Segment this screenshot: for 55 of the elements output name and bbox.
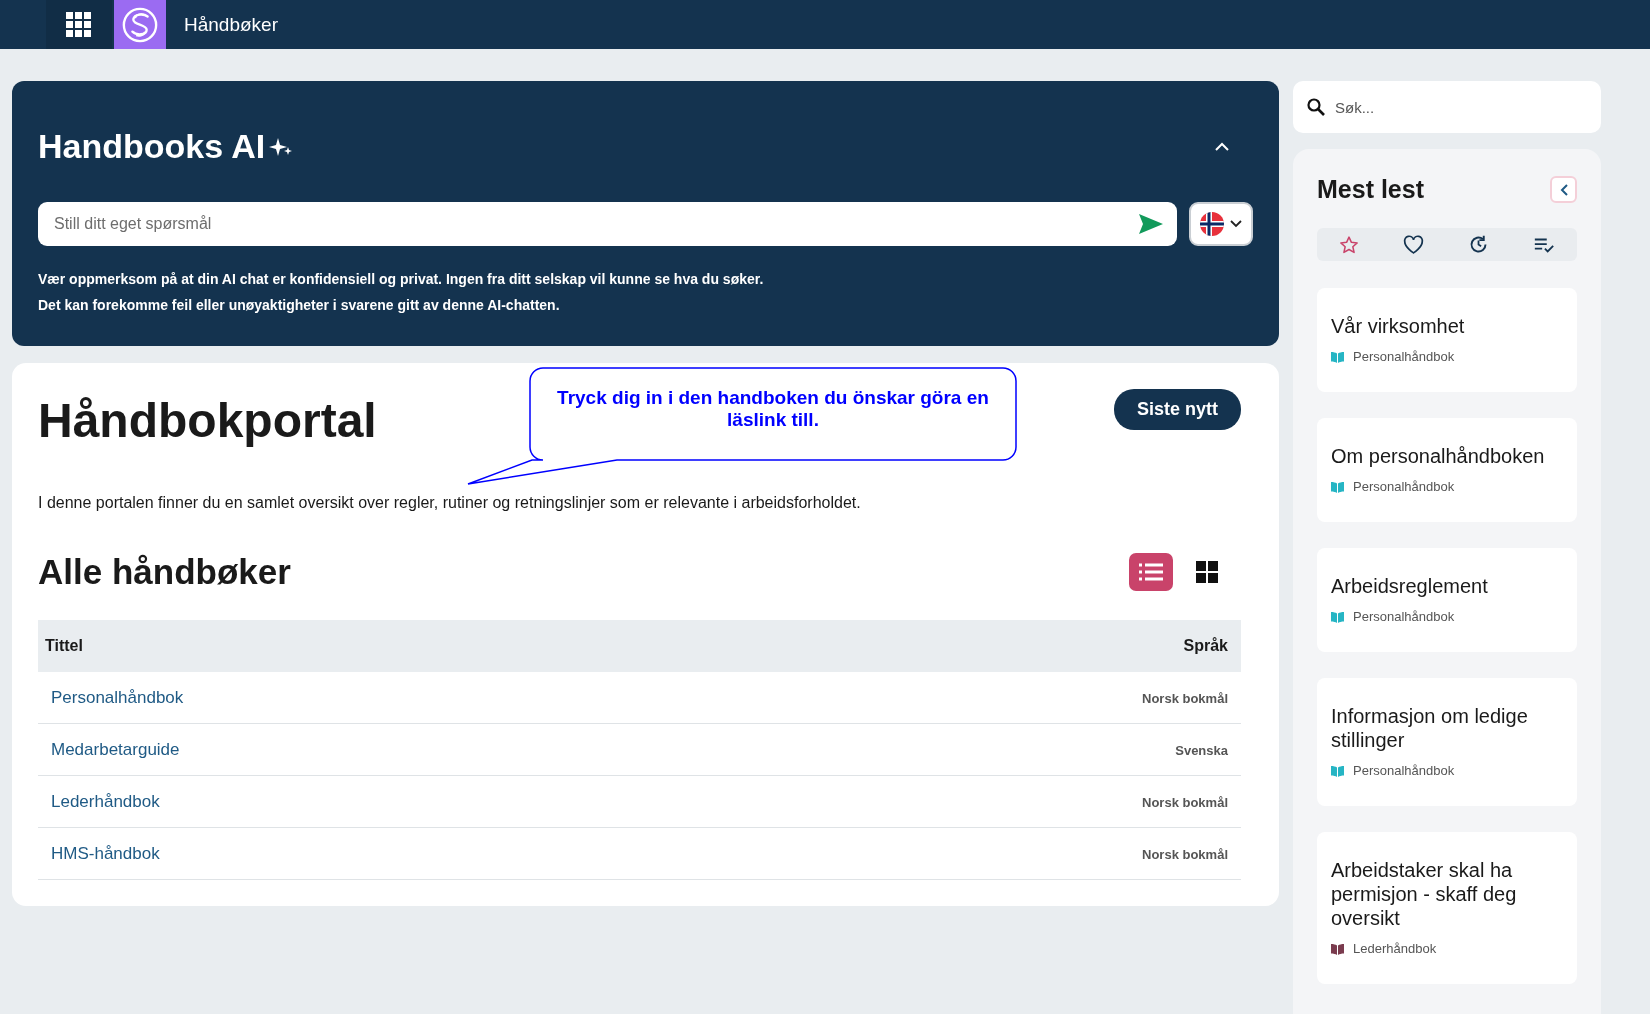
search-field[interactable]: Søk...	[1333, 97, 1587, 117]
article-card[interactable]: Vår virksomhet Personalhåndbok	[1317, 288, 1577, 392]
search-icon	[1307, 98, 1325, 116]
column-header: Tittel	[38, 620, 743, 672]
portal-description: I denne portalen finner du en samlet oversikt over regler, rutiner og retningslinjer som er relevante i arbeidsforholdet.	[38, 494, 862, 512]
list-icon	[1139, 563, 1163, 581]
handbook-name: Personalhåndbok	[1353, 479, 1455, 494]
search-bar[interactable]: Søk...	[1293, 81, 1601, 133]
app-launcher-button[interactable]	[46, 0, 112, 49]
chevron-left-icon	[1559, 183, 1568, 196]
norway-flag-icon	[1200, 212, 1224, 236]
privacy-notice: Det kan forekomme feil eller unøyaktigheter i svarene gitt av denne AI-chatten.	[38, 296, 561, 315]
handbook-link[interactable]: Lederhåndbok	[51, 791, 160, 811]
article-title: Arbeidsreglement	[1331, 574, 1489, 598]
question-bar[interactable]: Still ditt eget spørsmål	[38, 202, 1177, 246]
latest-news-button[interactable]: Siste nytt	[1113, 389, 1241, 430]
grid-dots-icon	[66, 11, 92, 38]
article-title: Vår virksomhet	[1331, 314, 1466, 338]
handbook-name: Personalhåndbok	[1353, 763, 1455, 778]
app-title: Håndbøker	[184, 13, 278, 36]
chevron-up-icon	[1215, 142, 1229, 151]
language-cell: Svenska	[1175, 742, 1228, 758]
handbook-link[interactable]: Medarbetarguide	[51, 739, 180, 759]
language-cell: Norsk bokmål	[1142, 846, 1228, 862]
logo[interactable]	[114, 0, 166, 49]
language-cell: Norsk bokmål	[1142, 690, 1228, 706]
column-header: Språk	[742, 620, 1241, 672]
section-title: Alle håndbøker	[38, 552, 291, 592]
view-toggle[interactable]	[1129, 553, 1173, 591]
logo-icon	[121, 5, 159, 44]
most-read-title: Mest lest	[1317, 175, 1424, 204]
handbook-name: Personalhåndbok	[1353, 609, 1455, 624]
language-cell: Norsk bokmål	[1142, 794, 1228, 810]
handbook-name: Personalhåndbok	[1353, 349, 1455, 364]
ai-panel-title: Handbooks AI	[38, 127, 266, 166]
handbook-link[interactable]: Personalhåndbok	[51, 687, 184, 707]
article-card[interactable]: Om personalhåndboken Personalhåndbok	[1317, 418, 1577, 522]
chevron-down-icon	[1230, 220, 1242, 228]
portal-title: Håndbokportal	[38, 393, 377, 448]
handbook-name: Lederhåndbok	[1353, 941, 1437, 956]
article-title: Arbeidstaker skal ha permisjon - skaff deg oversikt	[1331, 858, 1518, 930]
callout-text: Tryck dig in i den handboken du önskar göra en läslink till.	[556, 387, 990, 431]
handbook-link[interactable]: HMS-håndbok	[51, 843, 160, 863]
question-input-field[interactable]: Still ditt eget spørsmål	[52, 214, 1139, 234]
send-icon	[1139, 214, 1163, 234]
privacy-notice: Vær oppmerksom på at din AI chat er konfidensiell og privat. Ingen fra ditt selskap vil kunne se hva du søker.	[38, 270, 765, 289]
grid-icon	[1196, 561, 1218, 583]
article-card[interactable]: Arbeidsreglement Personalhåndbok	[1317, 548, 1577, 652]
article-title: Informasjon om ledige stillinger	[1331, 704, 1529, 752]
send-button[interactable]	[1139, 214, 1163, 234]
collapse-panel-button[interactable]	[1550, 176, 1577, 203]
language-selector[interactable]	[1189, 202, 1253, 246]
article-card[interactable]: Informasjon om ledige stillinger Personalhåndbok	[1317, 678, 1577, 806]
article-card[interactable]: Arbeidstaker skal ha permisjon - skaff deg oversikt Lederhåndbok	[1317, 832, 1577, 984]
article-title: Om personalhåndboken	[1331, 444, 1546, 468]
